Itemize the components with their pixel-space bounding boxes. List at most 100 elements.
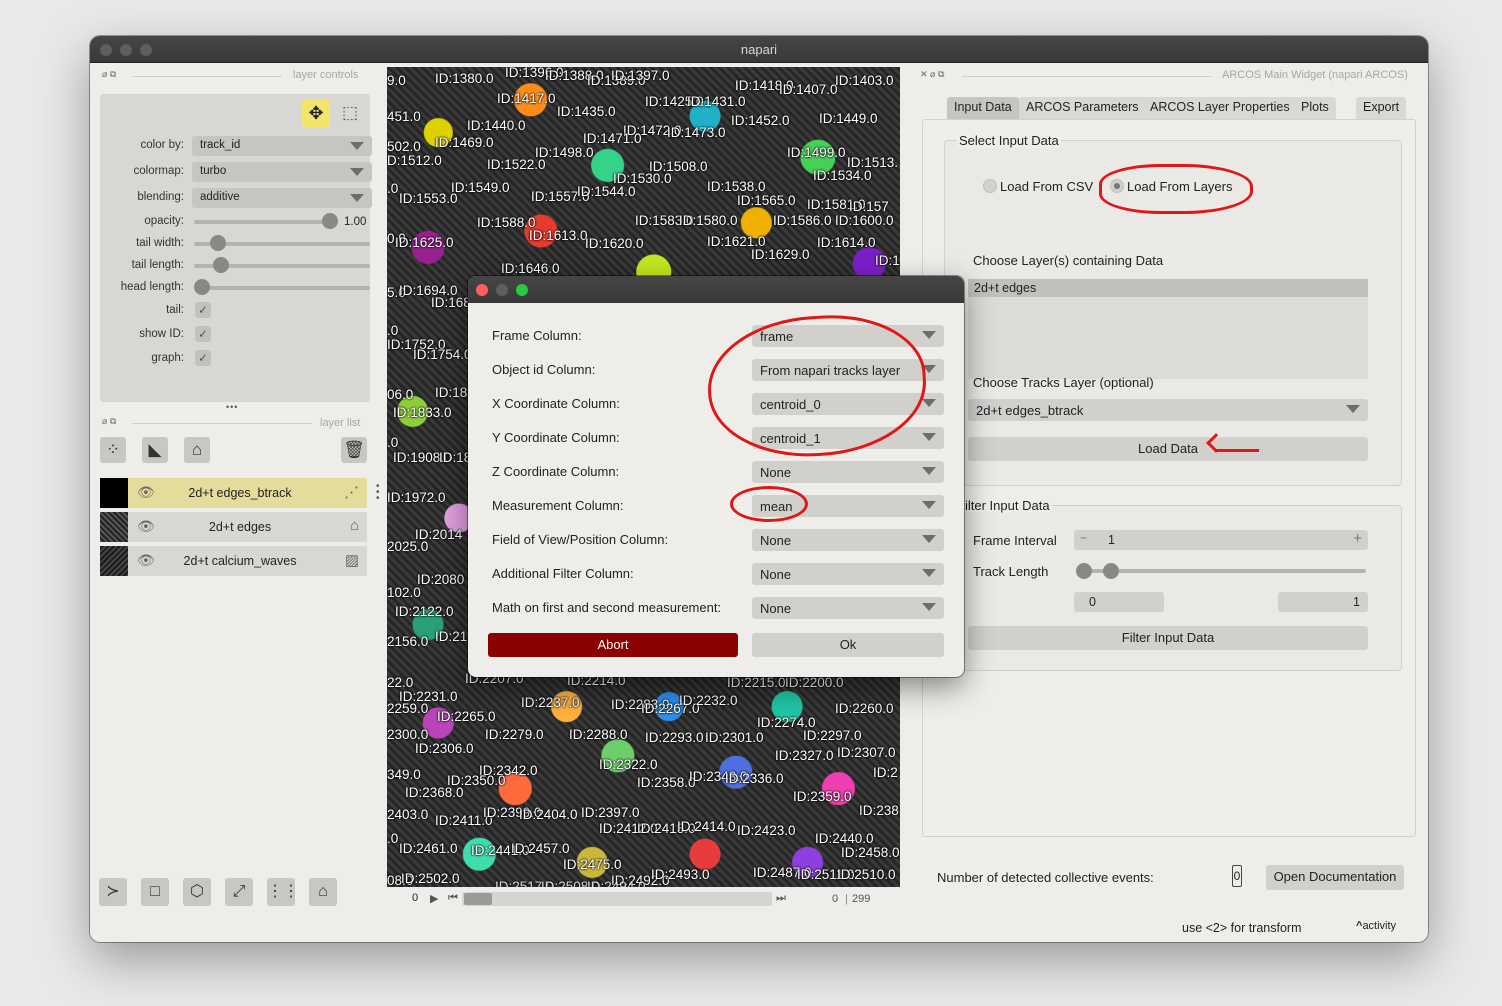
- widget-dock-controls[interactable]: ✕ ⌀ ⧉: [920, 69, 944, 80]
- status-message: use <2> for transform: [1182, 921, 1302, 935]
- show-id-checkbox[interactable]: ✓: [195, 326, 211, 342]
- cell-id-label: ID:1586.0: [773, 213, 832, 228]
- tab-arcos-parameters[interactable]: ARCOS Parameters: [1019, 97, 1146, 119]
- track-length-max-handle[interactable]: [1103, 563, 1119, 579]
- grid-view-button[interactable]: ⋮⋮: [267, 878, 299, 906]
- load-from-csv-label[interactable]: Load From CSV: [1000, 179, 1093, 194]
- cell-id-label: ID:2122.0: [395, 604, 454, 619]
- opacity-slider[interactable]: [194, 220, 334, 224]
- tracks-layer-icon: ⋰: [344, 484, 359, 501]
- colormap-dropdown[interactable]: turbo: [192, 162, 372, 182]
- cell-id-label: 22.0: [387, 675, 414, 690]
- y-coordinate-column-label: Y Coordinate Column:: [492, 430, 620, 445]
- cell-id-label: ID:2493.0: [651, 867, 710, 882]
- dialog-close-button[interactable]: [476, 284, 488, 296]
- colormap-label: colormap:: [133, 165, 185, 177]
- home-button[interactable]: ⌂: [309, 878, 337, 906]
- cell-id-label: ID:1471.0: [583, 131, 642, 146]
- cell-id-label: ID:1431.0: [687, 94, 746, 109]
- delete-layer-button[interactable]: 🗑: [341, 437, 367, 463]
- additional-filter-column-dropdown[interactable]: None: [752, 563, 944, 585]
- increment-button[interactable]: +: [1353, 530, 1362, 547]
- dialog-minimize-button[interactable]: [496, 284, 508, 296]
- cell-id-label: ID:2358.0: [637, 775, 696, 790]
- track-length-min-handle[interactable]: [1076, 563, 1092, 579]
- filter-input-title: ilter Input Data: [963, 498, 1052, 513]
- new-points-layer-button[interactable]: ⁘: [100, 437, 126, 463]
- open-documentation-button[interactable]: Open Documentation: [1266, 865, 1404, 890]
- transpose-button[interactable]: ⤢: [225, 878, 253, 906]
- cell-id-label: ID:1469.0: [435, 135, 494, 150]
- cell-id-label: 2156.0: [387, 634, 429, 649]
- tab-export[interactable]: Export: [1356, 97, 1407, 119]
- cell-id-label: ID:2397.0: [581, 805, 640, 820]
- step-back-button[interactable]: ⏮: [448, 892, 458, 905]
- cell-id-label: ID:1522.0: [487, 157, 546, 172]
- annotation-arrow-shaft: [1215, 449, 1259, 452]
- frame-interval-spinbox[interactable]: − 1 +: [1074, 530, 1368, 550]
- roll-axes-button[interactable]: ⬡: [183, 878, 211, 906]
- track-length-min-input[interactable]: 0: [1074, 592, 1164, 612]
- cell-id-label: ID:2297.0: [803, 728, 862, 743]
- play-icon: ▶: [430, 893, 439, 905]
- layer-name: 2d+t edges_btrack: [188, 486, 292, 500]
- head-length-slider-handle[interactable]: [194, 279, 210, 295]
- filter-input-data-button[interactable]: Filter Input Data: [968, 626, 1368, 650]
- tab-arcos-layer-properties[interactable]: ARCOS Layer Properties: [1143, 97, 1297, 119]
- layer-row[interactable]: 👁 2d+t edges ⌂: [100, 512, 367, 542]
- cell-id-label: 349.0: [387, 767, 421, 782]
- blending-label: blending:: [137, 191, 184, 203]
- layer-data-list-item[interactable]: 2d+t edges: [968, 279, 1368, 297]
- dock-divider: [132, 423, 312, 424]
- fov-position-column-dropdown[interactable]: None: [752, 529, 944, 551]
- graph-checkbox[interactable]: ✓: [195, 350, 211, 366]
- frame-slider-handle[interactable]: [464, 893, 492, 905]
- load-from-csv-radio[interactable]: [983, 179, 997, 193]
- step-forward-button[interactable]: ⏭: [776, 892, 786, 905]
- z-coordinate-column-dropdown[interactable]: None: [752, 461, 944, 483]
- cell-id-label: ID:2404.0: [519, 807, 578, 822]
- tab-plots[interactable]: Plots: [1294, 97, 1336, 119]
- select-points-tool-button[interactable]: ⬚: [336, 99, 364, 127]
- dialog-zoom-button[interactable]: [516, 284, 528, 296]
- window-titlebar: napari: [90, 36, 1428, 63]
- cell-id-label: ID:2368.0: [405, 785, 464, 800]
- annotation-circle-load-from-layers: [1099, 164, 1253, 214]
- panel-splitter[interactable]: • • •: [376, 482, 380, 504]
- z-coordinate-column-value: None: [760, 465, 792, 480]
- layer-controls-dock-controls[interactable]: ⌀ ⧉: [102, 69, 116, 80]
- tag-icon: ⌂: [191, 440, 203, 459]
- math-measurement-dropdown[interactable]: None: [752, 597, 944, 619]
- tail-length-slider-handle[interactable]: [213, 257, 230, 273]
- opacity-slider-handle[interactable]: [322, 213, 338, 229]
- blending-dropdown[interactable]: additive: [192, 188, 372, 208]
- cell-id-label: ID:1620.0: [585, 236, 644, 251]
- console-button[interactable]: ≻: [99, 878, 127, 906]
- layer-data-list[interactable]: 2d+t edges: [968, 279, 1368, 379]
- track-length-range-slider[interactable]: [1078, 569, 1366, 573]
- chevron-down-icon: [922, 433, 936, 441]
- layer-list-dock-controls[interactable]: ⌀ ⧉: [102, 416, 116, 427]
- pan-zoom-tool-button[interactable]: ✥: [302, 99, 330, 127]
- tail-width-slider-handle[interactable]: [210, 235, 226, 251]
- load-data-button[interactable]: Load Data: [968, 437, 1368, 461]
- color-by-dropdown[interactable]: track_id: [192, 136, 372, 156]
- ok-button[interactable]: Ok: [752, 633, 944, 657]
- head-length-slider[interactable]: [194, 286, 370, 290]
- track-length-max-input[interactable]: 1: [1278, 592, 1368, 612]
- new-labels-layer-button[interactable]: ⌂: [184, 437, 210, 463]
- activity-toggle[interactable]: ^activity: [1356, 920, 1396, 932]
- tracks-layer-dropdown[interactable]: 2d+t edges_btrack: [968, 399, 1368, 421]
- abort-button[interactable]: Abort: [488, 633, 738, 657]
- layer-row[interactable]: 👁 2d+t calcium_waves ▨: [100, 546, 367, 576]
- play-button[interactable]: ▶: [430, 892, 438, 905]
- tail-checkbox[interactable]: ✓: [195, 302, 211, 318]
- layer-row[interactable]: 👁 2d+t edges_btrack ⋰: [100, 478, 367, 508]
- frame-slider[interactable]: [462, 892, 772, 906]
- ndisplay-button[interactable]: □: [141, 878, 169, 906]
- tab-input-data[interactable]: Input Data: [947, 97, 1019, 119]
- splitter-handle[interactable]: •••: [226, 402, 238, 412]
- activity-label: activity: [1362, 920, 1397, 932]
- new-shapes-layer-button[interactable]: ◣: [142, 437, 168, 463]
- decrement-button[interactable]: −: [1080, 531, 1087, 545]
